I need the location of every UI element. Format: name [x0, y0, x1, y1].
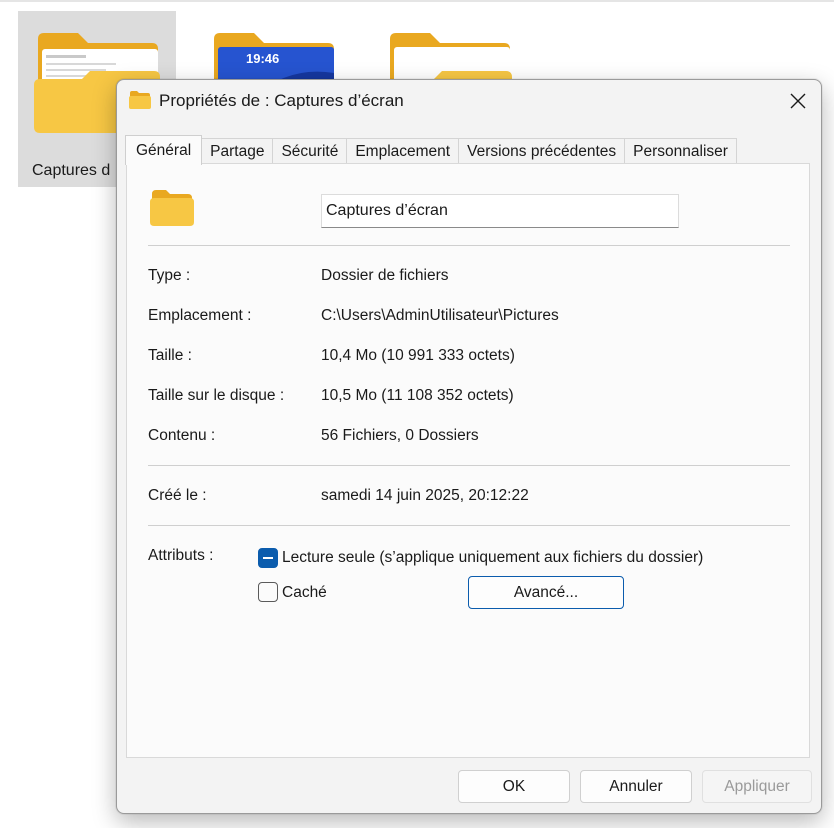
tab-location[interactable]: Emplacement — [346, 138, 460, 164]
explorer-item-label: Captures d — [32, 162, 111, 179]
dialog-title: Propriétés de : Captures d’écran — [159, 91, 404, 110]
tab-sharing[interactable]: Partage — [201, 138, 274, 164]
close-button[interactable] — [775, 80, 821, 122]
divider — [148, 525, 790, 526]
readonly-checkbox[interactable] — [258, 548, 278, 568]
folder-icon — [129, 91, 151, 113]
properties-dialog: Propriétés de : Captures d’écran Général… — [116, 79, 822, 814]
divider — [148, 245, 790, 246]
hidden-checkbox[interactable] — [258, 582, 278, 602]
type-value: Dossier de fichiers — [321, 267, 449, 284]
thumbnail-time: 19:46 — [246, 51, 280, 66]
disk-size-value: 10,5 Mo (11 108 352 octets) — [321, 387, 514, 404]
location-label: Emplacement : — [148, 307, 252, 324]
contents-label: Contenu : — [148, 427, 216, 444]
cancel-button[interactable]: Annuler — [580, 770, 692, 803]
readonly-label[interactable]: Lecture seule (s’applique uniquement aux… — [282, 549, 703, 567]
size-value: 10,4 Mo (10 991 333 octets) — [321, 347, 515, 364]
folder-name-input[interactable] — [321, 194, 679, 228]
divider — [148, 465, 790, 466]
title-bar[interactable]: Propriétés de : Captures d’écran — [117, 80, 821, 122]
hidden-label[interactable]: Caché — [282, 584, 327, 602]
contents-value: 56 Fichiers, 0 Dossiers — [321, 427, 479, 444]
created-value: samedi 14 juin 2025, 20:12:22 — [321, 487, 529, 504]
location-value: C:\Users\AdminUtilisateur\Pictures — [321, 307, 559, 324]
advanced-button[interactable]: Avancé... — [468, 576, 624, 609]
tab-general[interactable]: Général — [125, 135, 203, 165]
attributes-label: Attributs : — [148, 547, 214, 564]
tab-strip: Général Partage Sécurité Emplacement Ver… — [125, 134, 737, 165]
created-label: Créé le : — [148, 487, 207, 504]
apply-button[interactable]: Appliquer — [702, 770, 812, 803]
window-top-border — [0, 0, 834, 2]
folder-icon — [150, 190, 194, 230]
tab-security[interactable]: Sécurité — [272, 138, 348, 164]
general-panel: Type : Dossier de fichiers Emplacement :… — [126, 163, 810, 758]
tab-customize[interactable]: Personnaliser — [624, 138, 737, 164]
size-label: Taille : — [148, 347, 192, 364]
ok-button[interactable]: OK — [458, 770, 570, 803]
close-icon — [790, 93, 806, 109]
tab-previous-versions[interactable]: Versions précédentes — [458, 138, 626, 164]
disk-size-label: Taille sur le disque : — [148, 387, 285, 404]
type-label: Type : — [148, 267, 191, 284]
